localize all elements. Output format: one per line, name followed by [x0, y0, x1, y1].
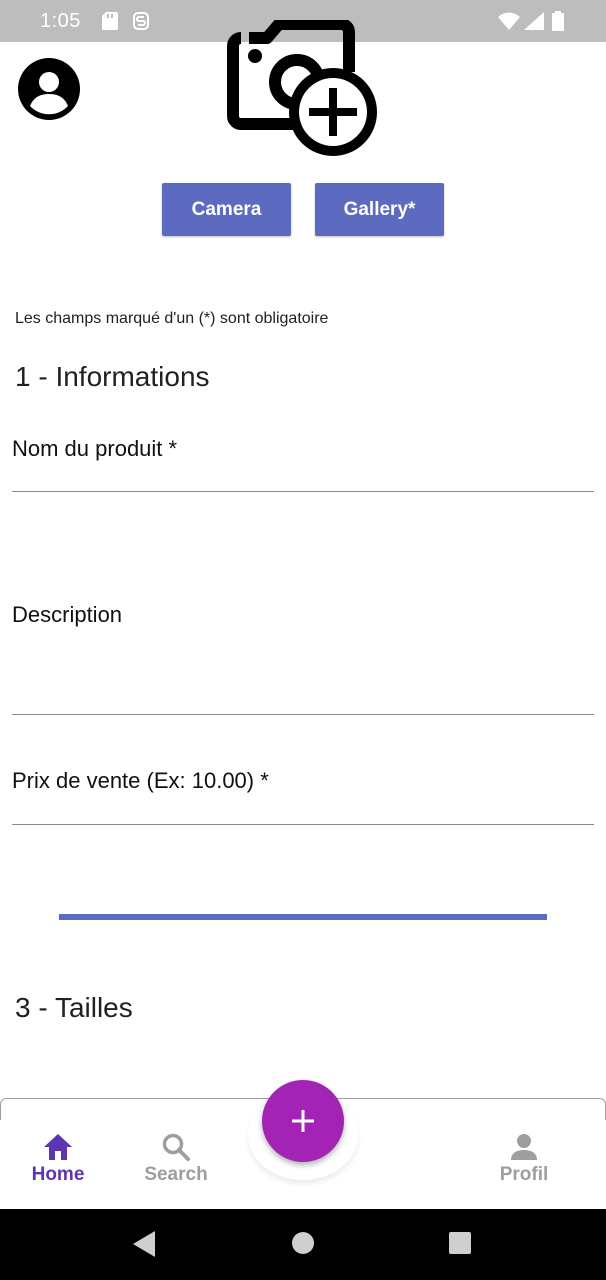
nav-home[interactable]: Home: [3, 1132, 113, 1186]
cellular-icon: [524, 12, 544, 30]
section-title-tailles: 3 - Tailles: [15, 992, 133, 1023]
required-fields-note: Les champs marqué d'un (*) sont obligato…: [15, 310, 329, 327]
recents-icon[interactable]: [449, 1232, 471, 1254]
sd-card-icon: [102, 12, 118, 30]
section-divider: [59, 914, 547, 920]
nav-search[interactable]: Search: [121, 1132, 231, 1186]
plus-icon: [292, 1110, 314, 1132]
status-time: 1:05: [40, 10, 81, 32]
add-a-photo-icon[interactable]: [227, 20, 379, 160]
description-underline: [12, 714, 594, 715]
search-icon: [162, 1133, 190, 1161]
nav-profil-label: Profil: [499, 1164, 549, 1185]
sync-icon: [133, 12, 149, 30]
back-icon[interactable]: [133, 1231, 155, 1257]
system-navigation-bar: [0, 1209, 606, 1280]
nav-profil[interactable]: Profil: [469, 1132, 579, 1186]
product-name-underline: [12, 491, 594, 492]
section-title-informations: 1 - Informations: [15, 361, 210, 392]
wifi-icon: [498, 12, 520, 30]
product-name-label: Nom du produit *: [12, 436, 178, 461]
price-underline: [12, 824, 594, 825]
gallery-button[interactable]: Gallery*: [315, 183, 444, 236]
camera-button[interactable]: Camera: [162, 183, 291, 236]
battery-icon: [552, 11, 564, 31]
description-label: Description: [12, 602, 123, 627]
person-icon: [511, 1134, 537, 1160]
price-label: Prix de vente (Ex: 10.00) *: [12, 768, 269, 793]
add-product-fab[interactable]: [262, 1080, 344, 1162]
account-circle-icon[interactable]: [18, 58, 80, 120]
home-icon: [44, 1134, 72, 1160]
nav-home-label: Home: [31, 1164, 85, 1185]
home-circle-icon[interactable]: [292, 1232, 314, 1254]
nav-search-label: Search: [144, 1164, 208, 1185]
